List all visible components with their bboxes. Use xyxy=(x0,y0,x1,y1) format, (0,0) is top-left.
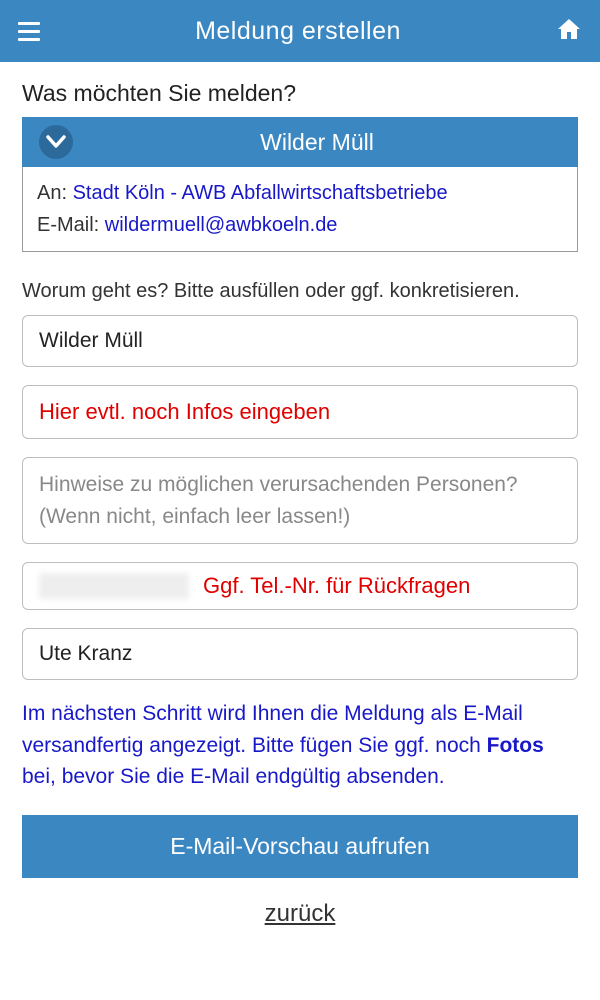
dropdown-selected-label: Wilder Müll xyxy=(73,129,561,156)
phone-number-redacted xyxy=(39,573,189,599)
chevron-down-icon xyxy=(39,125,73,159)
additional-info-hint: Hier evtl. noch Infos eingeben xyxy=(39,399,330,424)
recipient-an-label: An: xyxy=(37,182,73,204)
name-value: Ute Kranz xyxy=(39,642,132,665)
persons-hint-input[interactable]: Hinweise zu möglichen verursachenden Per… xyxy=(22,457,578,544)
back-link[interactable]: zurück xyxy=(22,900,578,928)
question-details: Worum geht es? Bitte ausfüllen oder ggf.… xyxy=(22,280,578,303)
persons-placeholder: Hinweise zu möglichen verursachenden Per… xyxy=(39,473,518,528)
name-input[interactable]: Ute Kranz xyxy=(22,628,578,680)
subject-input[interactable]: Wilder Müll xyxy=(22,315,578,367)
form-content: Was möchten Sie melden? Wilder Müll An: … xyxy=(0,62,600,928)
subject-value: Wilder Müll xyxy=(39,329,143,352)
next-step-info: Im nächsten Schritt wird Ihnen die Meldu… xyxy=(22,698,578,793)
menu-icon[interactable] xyxy=(18,22,40,41)
question-what-report: Was möchten Sie melden? xyxy=(22,80,578,107)
app-header: Meldung erstellen xyxy=(0,0,600,62)
phone-input-row[interactable]: Ggf. Tel.-Nr. für Rückfragen xyxy=(22,562,578,610)
phone-hint-label: Ggf. Tel.-Nr. für Rückfragen xyxy=(203,573,470,599)
info-bold: Fotos xyxy=(487,734,544,757)
recipient-email-value[interactable]: wildermuell@awbkoeln.de xyxy=(105,214,338,236)
info-part2: bei, bevor Sie die E-Mail endgültig abse… xyxy=(22,765,445,788)
page-title: Meldung erstellen xyxy=(195,17,401,46)
recipient-info-box: An: Stadt Köln - AWB Abfallwirtschaftsbe… xyxy=(22,167,578,252)
home-icon[interactable] xyxy=(556,17,582,46)
category-dropdown[interactable]: Wilder Müll xyxy=(22,117,578,167)
recipient-an-value[interactable]: Stadt Köln - AWB Abfallwirtschaftsbetrie… xyxy=(73,182,448,204)
email-preview-button[interactable]: E-Mail-Vorschau aufrufen xyxy=(22,815,578,878)
additional-info-input[interactable]: Hier evtl. noch Infos eingeben xyxy=(22,385,578,439)
info-part1: Im nächsten Schritt wird Ihnen die Meldu… xyxy=(22,702,523,757)
recipient-email-label: E-Mail: xyxy=(37,214,105,236)
